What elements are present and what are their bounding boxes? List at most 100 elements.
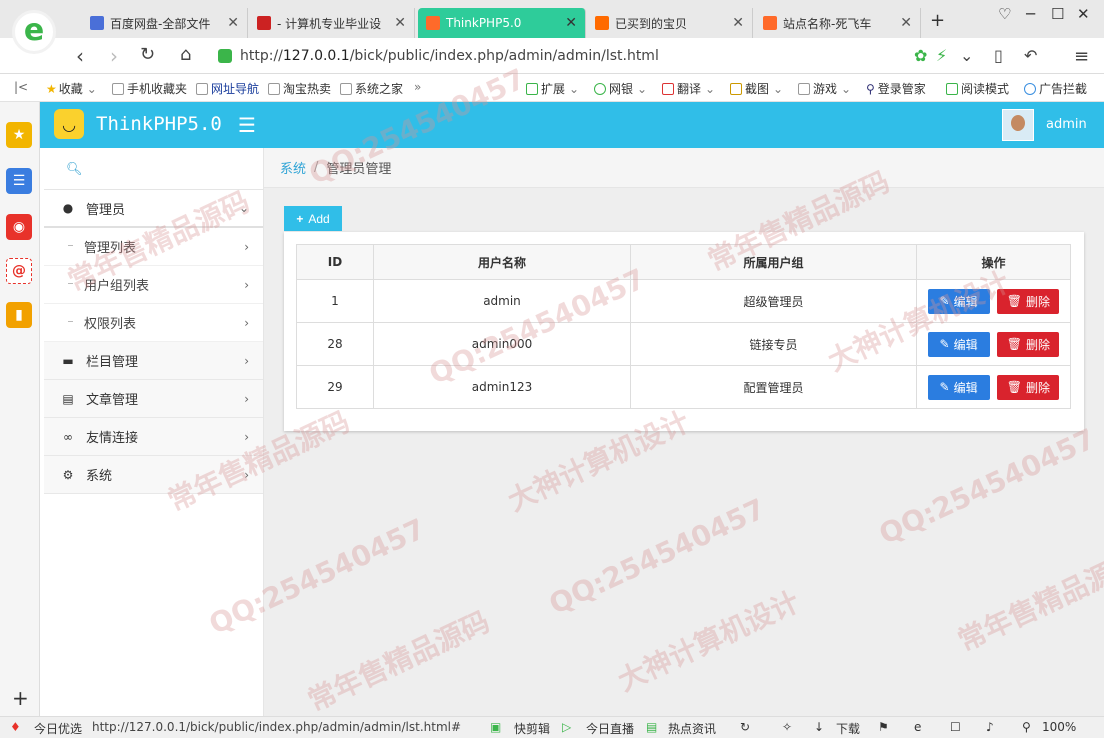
loading-icon[interactable]: ✿ — [914, 46, 927, 65]
col-id: ID — [296, 244, 374, 280]
browser-side-rail: ★ ☰ ◉ @ ▮ + — [0, 102, 40, 716]
bookmark-item[interactable]: ⚲ 登录管家 — [866, 80, 926, 97]
edit-button[interactable]: ✎ 编辑 — [927, 331, 990, 357]
thinkphp-icon — [426, 16, 440, 30]
edit-button[interactable]: ✎ 编辑 — [927, 288, 990, 314]
close-icon[interactable]: ✕ — [394, 15, 406, 31]
col-actions: 操作 — [916, 244, 1071, 280]
tab-project[interactable]: - 计算机专业毕业设 ✕ — [249, 8, 415, 38]
close-icon[interactable]: ✕ — [900, 15, 912, 31]
menu-icon[interactable]: ≡ — [1074, 46, 1089, 67]
notes-icon[interactable]: ▮ — [6, 302, 32, 328]
folder-icon: ▬ — [62, 353, 74, 368]
tab-thinkphp[interactable]: ThinkPHP5.0 ✕ — [418, 8, 586, 38]
sidebar-item-category[interactable]: ▬ 栏目管理 › — [44, 342, 263, 380]
close-icon[interactable]: ✕ — [732, 15, 744, 31]
search-icon: 🔍︎ — [66, 162, 83, 177]
status-item[interactable]: 热点资讯 — [668, 720, 716, 737]
zoom-level[interactable]: 100% — [1042, 720, 1076, 734]
phone-icon[interactable]: ▯ — [994, 46, 1003, 65]
status-download[interactable]: 下载 — [836, 720, 860, 737]
tab-site[interactable]: 站点名称-死飞车 ✕ — [755, 8, 921, 38]
avatar[interactable] — [1002, 109, 1034, 141]
skin-icon[interactable]: ♡ — [998, 5, 1011, 23]
bookmark-item[interactable]: 手机收藏夹 — [112, 80, 187, 97]
undo-icon[interactable]: ↶ — [1024, 46, 1037, 65]
news-icon[interactable]: ☰ — [6, 168, 32, 194]
sidebar-subitem-group-list[interactable]: 用户组列表 › — [44, 266, 263, 304]
flag-icon[interactable]: ⚑ — [878, 720, 889, 734]
tools-icon[interactable]: ✧ — [782, 720, 792, 734]
bookmark-item[interactable]: 淘宝热卖 — [268, 80, 331, 97]
bookmark-item[interactable]: 游戏 ⌄ — [798, 80, 851, 97]
status-item[interactable]: 快剪辑 — [514, 720, 550, 737]
chevron-right-icon: › — [244, 429, 249, 444]
sidebar-item-links[interactable]: ∞ 友情连接 › — [44, 418, 263, 456]
bookmarks-bar: |< ★ 收藏 ⌄ 手机收藏夹 网址导航 淘宝热卖 系统之家 » 扩展 ⌄ 网银 ⌄ 翻… — [0, 74, 1104, 102]
status-item[interactable]: 今日直播 — [586, 720, 634, 737]
bookmark-item[interactable]: 扩展 ⌄ — [526, 80, 579, 97]
bookmark-item[interactable]: 截图 ⌄ — [730, 80, 783, 97]
close-icon[interactable]: ✕ — [565, 15, 577, 31]
breadcrumb: 系统 / 管理员管理 — [264, 148, 1104, 188]
delete-button[interactable]: 🗑︎ 删除 — [997, 331, 1060, 357]
menu-toggle-icon[interactable]: ☰ — [238, 113, 256, 137]
more-icon[interactable]: » — [414, 80, 421, 94]
breadcrumb-root[interactable]: 系统 — [280, 158, 306, 177]
dropdown-icon[interactable]: ⌄ — [960, 46, 973, 65]
ie-icon[interactable]: e — [914, 720, 921, 734]
url-field[interactable]: http://127.0.0.1/bick/public/index.php/a… — [218, 44, 950, 68]
col-group: 所属用户组 — [630, 244, 917, 280]
window-icon[interactable]: ☐ — [950, 720, 961, 734]
bookmark-item[interactable]: 广告拦截 — [1024, 80, 1087, 97]
delete-button[interactable]: 🗑︎ 删除 — [997, 288, 1060, 314]
brand-name[interactable]: ThinkPHP5.0 — [96, 113, 222, 135]
browser-logo[interactable]: e — [12, 10, 56, 54]
refresh-icon[interactable]: ↻ — [740, 720, 750, 734]
sidebar-search[interactable]: 🔍︎ — [44, 148, 263, 190]
sidebar-item-admin[interactable]: ● 管理员 ⌄ — [44, 190, 263, 228]
phone-icon — [112, 82, 124, 95]
minimize-icon[interactable]: ─ — [1026, 5, 1035, 23]
edit-icon: ✎ — [939, 294, 950, 308]
tab-baidu[interactable]: 百度网盘-全部文件 ✕ — [82, 8, 248, 38]
bookmark-item[interactable]: 网址导航 — [196, 80, 259, 97]
sidebar-item-system[interactable]: ⚙ 系统 › — [44, 456, 263, 494]
cell-actions: ✎ 编辑 🗑︎ 删除 — [916, 279, 1071, 323]
sidebar-subitem-admin-list[interactable]: 管理列表 › — [44, 228, 263, 266]
tab-taobao[interactable]: 已买到的宝贝 ✕ — [587, 8, 753, 38]
status-today-pick[interactable]: 今日优选 — [34, 720, 82, 737]
file-icon: ▤ — [62, 391, 74, 406]
home-icon[interactable]: ⌂ — [180, 44, 191, 65]
gift-icon: ♦ — [10, 720, 21, 734]
maximize-icon[interactable]: ☐ — [1051, 5, 1064, 23]
sound-icon[interactable]: ♪ — [986, 720, 994, 734]
user-name[interactable]: admin — [1046, 117, 1087, 132]
forward-icon[interactable]: › — [110, 44, 118, 68]
add-button[interactable]: + Add — [284, 206, 342, 231]
delete-button[interactable]: 🗑︎ 删除 — [997, 374, 1060, 400]
sidebar-toggle-icon[interactable]: |< — [14, 80, 28, 94]
speed-icon[interactable]: ⚡ — [936, 46, 947, 65]
sidebar-item-article[interactable]: ▤ 文章管理 › — [44, 380, 263, 418]
weibo-icon[interactable]: ◉ — [6, 214, 32, 240]
site-icon — [763, 16, 777, 30]
bookmark-item[interactable]: 网银 ⌄ — [594, 80, 647, 97]
edit-button[interactable]: ✎ 编辑 — [927, 374, 990, 400]
back-icon[interactable]: ‹ — [76, 44, 84, 68]
bookmark-item[interactable]: ★ 收藏 ⌄ — [46, 80, 97, 97]
reload-icon[interactable]: ↻ — [140, 44, 155, 65]
favorites-icon[interactable]: ★ — [6, 122, 32, 148]
sidebar-subitem-permission-list[interactable]: 权限列表 › — [44, 304, 263, 342]
cell-username: admin000 — [373, 322, 631, 366]
baidu-icon — [90, 16, 104, 30]
new-tab-button[interactable]: + — [930, 10, 945, 31]
mail-icon[interactable]: @ — [6, 258, 32, 284]
bookmark-item[interactable]: 翻译 ⌄ — [662, 80, 715, 97]
close-icon[interactable]: ✕ — [227, 15, 239, 31]
bookmark-item[interactable]: 系统之家 — [340, 80, 403, 97]
user-icon: ● — [62, 201, 74, 215]
add-icon[interactable]: + — [12, 686, 29, 710]
bookmark-item[interactable]: 阅读模式 — [946, 80, 1009, 97]
close-window-icon[interactable]: ✕ — [1077, 5, 1090, 23]
